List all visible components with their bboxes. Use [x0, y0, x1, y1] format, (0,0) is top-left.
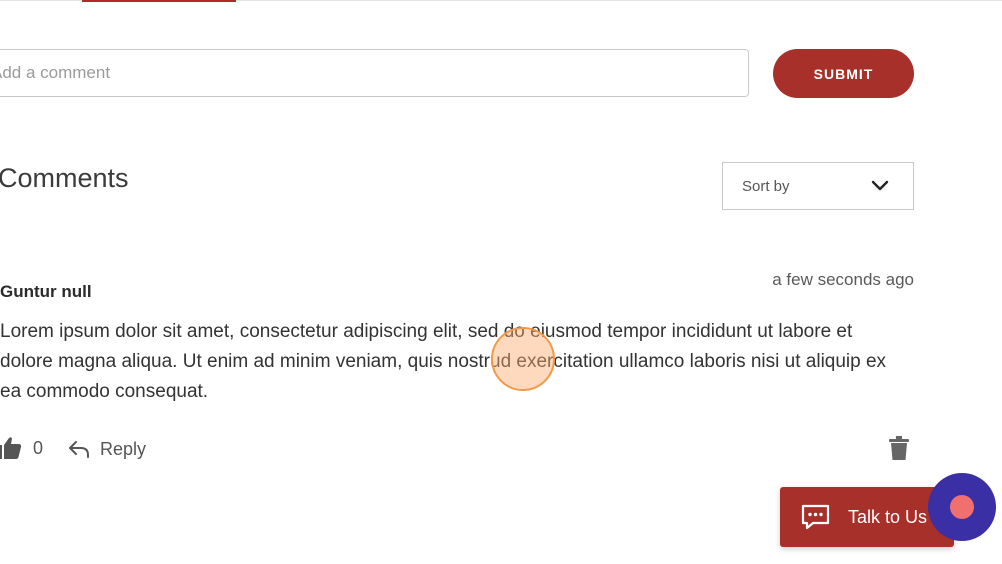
chevron-down-icon: [871, 180, 889, 191]
thumbs-up-icon[interactable]: [0, 436, 22, 460]
submit-button[interactable]: SUBMIT: [773, 49, 914, 98]
talk-to-us-label: Talk to Us: [848, 506, 928, 527]
like-count: 0: [33, 438, 44, 458]
sort-dropdown[interactable]: Sort by: [722, 162, 914, 210]
record-dot-icon: [950, 495, 974, 519]
reply-button[interactable]: Reply: [68, 436, 146, 462]
sort-label: Sort by: [742, 177, 790, 195]
recorder-button[interactable]: [928, 473, 996, 541]
comments-page: SUBMIT Comments Sort by a few seconds ag…: [0, 0, 1002, 564]
active-tab-indicator: [82, 0, 236, 2]
comment-input[interactable]: [0, 49, 749, 97]
reply-arrow-icon: [69, 441, 89, 458]
comment-timestamp: a few seconds ago: [772, 270, 914, 289]
trash-icon[interactable]: [888, 436, 910, 461]
reply-label: Reply: [100, 438, 147, 459]
talk-to-us-button[interactable]: Talk to Us: [780, 487, 954, 547]
chat-bubble-icon: [801, 504, 830, 530]
comment-body: Lorem ipsum dolor sit amet, consectetur …: [0, 321, 887, 402]
comment-author: Guntur null: [0, 282, 92, 301]
comments-heading: Comments: [0, 163, 129, 193]
